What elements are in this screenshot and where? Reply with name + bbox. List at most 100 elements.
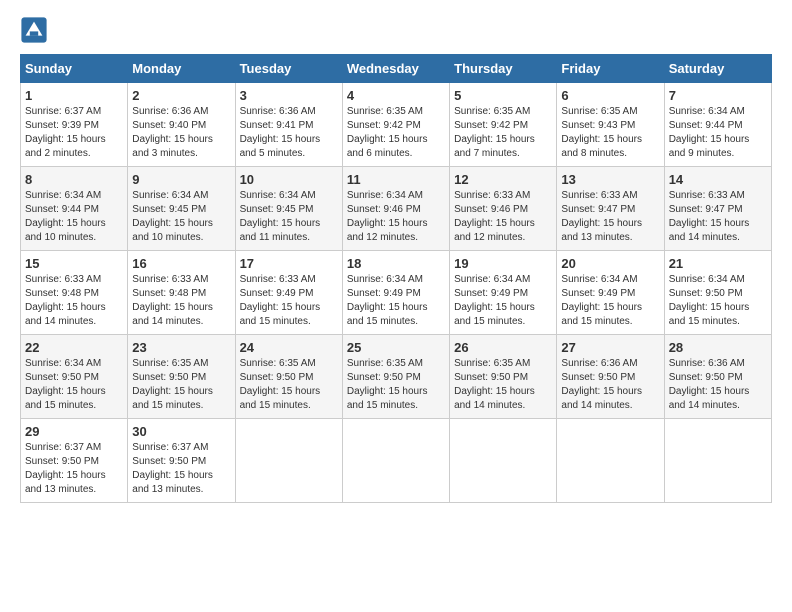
calendar-week-row: 8 Sunrise: 6:34 AM Sunset: 9:44 PM Dayli… (21, 167, 772, 251)
calendar-cell: 6 Sunrise: 6:35 AM Sunset: 9:43 PM Dayli… (557, 83, 664, 167)
header-thursday: Thursday (450, 55, 557, 83)
calendar-cell: 8 Sunrise: 6:34 AM Sunset: 9:44 PM Dayli… (21, 167, 128, 251)
day-info: Sunrise: 6:35 AM Sunset: 9:50 PM Dayligh… (132, 357, 230, 413)
calendar-week-row: 15 Sunrise: 6:33 AM Sunset: 9:48 PM Dayl… (21, 251, 772, 335)
calendar-cell: 1 Sunrise: 6:37 AM Sunset: 9:39 PM Dayli… (21, 83, 128, 167)
calendar-cell: 15 Sunrise: 6:33 AM Sunset: 9:48 PM Dayl… (21, 251, 128, 335)
day-number: 6 (561, 88, 659, 103)
calendar-week-row: 1 Sunrise: 6:37 AM Sunset: 9:39 PM Dayli… (21, 83, 772, 167)
calendar-cell: 26 Sunrise: 6:35 AM Sunset: 9:50 PM Dayl… (450, 335, 557, 419)
day-number: 16 (132, 256, 230, 271)
calendar-cell (557, 419, 664, 503)
header-tuesday: Tuesday (235, 55, 342, 83)
calendar-cell: 5 Sunrise: 6:35 AM Sunset: 9:42 PM Dayli… (450, 83, 557, 167)
day-number: 30 (132, 424, 230, 439)
day-info: Sunrise: 6:34 AM Sunset: 9:50 PM Dayligh… (25, 357, 123, 413)
day-info: Sunrise: 6:35 AM Sunset: 9:42 PM Dayligh… (347, 105, 445, 161)
page-header (20, 16, 772, 44)
day-info: Sunrise: 6:36 AM Sunset: 9:50 PM Dayligh… (561, 357, 659, 413)
calendar-cell: 3 Sunrise: 6:36 AM Sunset: 9:41 PM Dayli… (235, 83, 342, 167)
day-info: Sunrise: 6:34 AM Sunset: 9:45 PM Dayligh… (240, 189, 338, 245)
day-info: Sunrise: 6:33 AM Sunset: 9:47 PM Dayligh… (561, 189, 659, 245)
day-info: Sunrise: 6:33 AM Sunset: 9:48 PM Dayligh… (25, 273, 123, 329)
day-info: Sunrise: 6:34 AM Sunset: 9:46 PM Dayligh… (347, 189, 445, 245)
day-info: Sunrise: 6:35 AM Sunset: 9:50 PM Dayligh… (240, 357, 338, 413)
header-friday: Friday (557, 55, 664, 83)
day-info: Sunrise: 6:34 AM Sunset: 9:44 PM Dayligh… (25, 189, 123, 245)
day-number: 3 (240, 88, 338, 103)
calendar-cell: 4 Sunrise: 6:35 AM Sunset: 9:42 PM Dayli… (342, 83, 449, 167)
day-number: 13 (561, 172, 659, 187)
calendar-table: SundayMondayTuesdayWednesdayThursdayFrid… (20, 54, 772, 503)
day-info: Sunrise: 6:33 AM Sunset: 9:48 PM Dayligh… (132, 273, 230, 329)
day-info: Sunrise: 6:33 AM Sunset: 9:47 PM Dayligh… (669, 189, 767, 245)
calendar-cell (450, 419, 557, 503)
calendar-cell: 13 Sunrise: 6:33 AM Sunset: 9:47 PM Dayl… (557, 167, 664, 251)
day-number: 26 (454, 340, 552, 355)
day-number: 19 (454, 256, 552, 271)
day-number: 20 (561, 256, 659, 271)
day-info: Sunrise: 6:33 AM Sunset: 9:46 PM Dayligh… (454, 189, 552, 245)
calendar-cell: 12 Sunrise: 6:33 AM Sunset: 9:46 PM Dayl… (450, 167, 557, 251)
day-number: 1 (25, 88, 123, 103)
day-info: Sunrise: 6:35 AM Sunset: 9:50 PM Dayligh… (347, 357, 445, 413)
day-number: 29 (25, 424, 123, 439)
day-number: 7 (669, 88, 767, 103)
day-info: Sunrise: 6:36 AM Sunset: 9:50 PM Dayligh… (669, 357, 767, 413)
calendar-cell: 20 Sunrise: 6:34 AM Sunset: 9:49 PM Dayl… (557, 251, 664, 335)
day-info: Sunrise: 6:36 AM Sunset: 9:40 PM Dayligh… (132, 105, 230, 161)
calendar-cell: 21 Sunrise: 6:34 AM Sunset: 9:50 PM Dayl… (664, 251, 771, 335)
day-number: 14 (669, 172, 767, 187)
calendar-cell: 23 Sunrise: 6:35 AM Sunset: 9:50 PM Dayl… (128, 335, 235, 419)
day-number: 12 (454, 172, 552, 187)
calendar-cell: 10 Sunrise: 6:34 AM Sunset: 9:45 PM Dayl… (235, 167, 342, 251)
day-number: 25 (347, 340, 445, 355)
calendar-cell: 9 Sunrise: 6:34 AM Sunset: 9:45 PM Dayli… (128, 167, 235, 251)
day-info: Sunrise: 6:34 AM Sunset: 9:50 PM Dayligh… (669, 273, 767, 329)
day-number: 21 (669, 256, 767, 271)
day-number: 18 (347, 256, 445, 271)
calendar-cell (664, 419, 771, 503)
day-number: 28 (669, 340, 767, 355)
calendar-cell: 28 Sunrise: 6:36 AM Sunset: 9:50 PM Dayl… (664, 335, 771, 419)
day-number: 2 (132, 88, 230, 103)
day-number: 8 (25, 172, 123, 187)
header-monday: Monday (128, 55, 235, 83)
day-number: 23 (132, 340, 230, 355)
day-info: Sunrise: 6:34 AM Sunset: 9:44 PM Dayligh… (669, 105, 767, 161)
day-info: Sunrise: 6:35 AM Sunset: 9:43 PM Dayligh… (561, 105, 659, 161)
calendar-week-row: 29 Sunrise: 6:37 AM Sunset: 9:50 PM Dayl… (21, 419, 772, 503)
day-number: 10 (240, 172, 338, 187)
calendar-cell: 18 Sunrise: 6:34 AM Sunset: 9:49 PM Dayl… (342, 251, 449, 335)
day-number: 27 (561, 340, 659, 355)
day-info: Sunrise: 6:37 AM Sunset: 9:50 PM Dayligh… (25, 441, 123, 497)
logo-icon (20, 16, 48, 44)
calendar-cell: 30 Sunrise: 6:37 AM Sunset: 9:50 PM Dayl… (128, 419, 235, 503)
logo (20, 16, 52, 44)
day-number: 4 (347, 88, 445, 103)
calendar-cell: 11 Sunrise: 6:34 AM Sunset: 9:46 PM Dayl… (342, 167, 449, 251)
day-info: Sunrise: 6:33 AM Sunset: 9:49 PM Dayligh… (240, 273, 338, 329)
calendar-cell: 2 Sunrise: 6:36 AM Sunset: 9:40 PM Dayli… (128, 83, 235, 167)
header-sunday: Sunday (21, 55, 128, 83)
day-info: Sunrise: 6:35 AM Sunset: 9:42 PM Dayligh… (454, 105, 552, 161)
calendar-cell: 22 Sunrise: 6:34 AM Sunset: 9:50 PM Dayl… (21, 335, 128, 419)
day-info: Sunrise: 6:37 AM Sunset: 9:50 PM Dayligh… (132, 441, 230, 497)
day-info: Sunrise: 6:34 AM Sunset: 9:49 PM Dayligh… (347, 273, 445, 329)
day-info: Sunrise: 6:34 AM Sunset: 9:49 PM Dayligh… (454, 273, 552, 329)
day-info: Sunrise: 6:34 AM Sunset: 9:45 PM Dayligh… (132, 189, 230, 245)
day-info: Sunrise: 6:37 AM Sunset: 9:39 PM Dayligh… (25, 105, 123, 161)
day-number: 24 (240, 340, 338, 355)
header-saturday: Saturday (664, 55, 771, 83)
day-number: 17 (240, 256, 338, 271)
calendar-cell (235, 419, 342, 503)
calendar-cell: 29 Sunrise: 6:37 AM Sunset: 9:50 PM Dayl… (21, 419, 128, 503)
day-number: 11 (347, 172, 445, 187)
calendar-header-row: SundayMondayTuesdayWednesdayThursdayFrid… (21, 55, 772, 83)
calendar-cell: 25 Sunrise: 6:35 AM Sunset: 9:50 PM Dayl… (342, 335, 449, 419)
calendar-cell: 7 Sunrise: 6:34 AM Sunset: 9:44 PM Dayli… (664, 83, 771, 167)
day-info: Sunrise: 6:36 AM Sunset: 9:41 PM Dayligh… (240, 105, 338, 161)
calendar-cell: 17 Sunrise: 6:33 AM Sunset: 9:49 PM Dayl… (235, 251, 342, 335)
header-wednesday: Wednesday (342, 55, 449, 83)
calendar-cell: 16 Sunrise: 6:33 AM Sunset: 9:48 PM Dayl… (128, 251, 235, 335)
